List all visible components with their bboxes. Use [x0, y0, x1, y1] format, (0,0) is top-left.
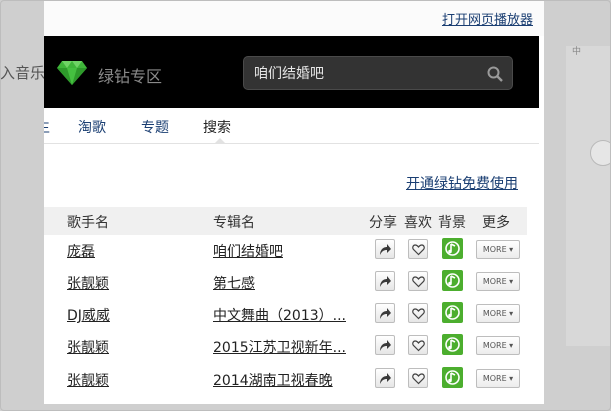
nav-item-partial[interactable]: 生 — [44, 117, 50, 137]
table-row: 张靓颖 2014湖南卫视春晚 MORE ▾ — [44, 364, 527, 396]
singer-link[interactable]: 庞磊 — [67, 241, 187, 261]
album-link[interactable]: 中文舞曲（2013）... — [213, 305, 361, 325]
header-album: 专辑名 — [213, 215, 255, 231]
album-link[interactable]: 咱们结婚吧 — [213, 241, 361, 261]
search-icon[interactable] — [486, 65, 504, 83]
backdrop-text: 入音乐 — [0, 64, 46, 82]
more-label: MORE — [482, 309, 507, 318]
dialog-nav: 生 淘歌 专题 搜索 — [44, 108, 539, 144]
set-background-button[interactable] — [442, 270, 463, 291]
table-row: 张靓颖 第七感 MORE ▾ — [44, 267, 527, 299]
dropdown-caret-icon: ▾ — [509, 374, 514, 383]
set-background-button[interactable] — [442, 302, 463, 323]
more-label: MORE — [482, 374, 507, 383]
backdrop-circle-button — [590, 140, 611, 166]
nav-item-taoge[interactable]: 淘歌 — [78, 117, 106, 137]
results-table-header: 歌手名 专辑名 分享 喜欢 背景 更多 — [44, 207, 527, 235]
share-button[interactable] — [375, 335, 395, 355]
set-background-button[interactable] — [442, 238, 463, 259]
header-background: 背景 — [438, 215, 466, 231]
share-button[interactable] — [375, 271, 395, 291]
dialog-topbar: 打开网页播放器 — [44, 0, 544, 36]
header-more: 更多 — [482, 215, 510, 231]
share-arrow-icon — [380, 373, 391, 384]
share-arrow-icon — [380, 276, 391, 287]
share-button[interactable] — [375, 368, 395, 388]
backdrop-side-text: 中 — [572, 47, 582, 57]
table-row: 庞磊 咱们结婚吧 MORE ▾ — [44, 235, 527, 267]
heart-icon — [412, 308, 425, 320]
search-input[interactable] — [254, 63, 474, 83]
dropdown-caret-icon: ▾ — [509, 341, 514, 350]
background-music-icon — [445, 305, 460, 320]
open-web-player-link[interactable]: 打开网页播放器 — [442, 9, 533, 28]
table-row: DJ威威 中文舞曲（2013）... MORE ▾ — [44, 299, 527, 331]
more-button[interactable]: MORE ▾ — [476, 369, 520, 388]
background-music-icon — [445, 337, 460, 352]
nav-item-search[interactable]: 搜索 — [203, 117, 231, 137]
free-green-diamond-link[interactable]: 开通绿钻免费使用 — [406, 173, 518, 193]
brand-title: 绿钻专区 — [98, 67, 163, 86]
background-music-icon — [445, 273, 460, 288]
table-row: 张靓颖 2015江苏卫视新年... MORE ▾ — [44, 331, 527, 363]
like-button[interactable] — [408, 335, 428, 355]
singer-link[interactable]: 张靓颖 — [67, 337, 187, 357]
active-tab-caret — [214, 138, 226, 144]
nav-item-topics[interactable]: 专题 — [141, 117, 169, 137]
background-music-icon — [445, 370, 460, 385]
set-background-button[interactable] — [442, 334, 463, 355]
album-link[interactable]: 2014湖南卫视春晚 — [213, 370, 361, 390]
more-label: MORE — [482, 245, 507, 254]
heart-icon — [412, 244, 425, 256]
album-link[interactable]: 2015江苏卫视新年... — [213, 337, 361, 357]
like-button[interactable] — [408, 271, 428, 291]
set-background-button[interactable] — [442, 367, 463, 388]
more-button[interactable]: MORE ▾ — [476, 240, 520, 259]
heart-icon — [412, 276, 425, 288]
music-search-dialog: 打开网页播放器 绿钻专区 生 淘歌 专题 搜索 开通绿钻免费使用 歌手名 专辑名… — [44, 0, 544, 404]
diamond-icon — [57, 61, 87, 85]
search-box — [243, 56, 513, 90]
dropdown-caret-icon: ▾ — [509, 277, 514, 286]
backdrop-sidebar — [566, 46, 611, 346]
more-label: MORE — [482, 277, 507, 286]
more-button[interactable]: MORE ▾ — [476, 272, 520, 291]
header-share: 分享 — [369, 215, 397, 231]
dropdown-caret-icon: ▾ — [509, 309, 514, 318]
background-music-icon — [445, 241, 460, 256]
dropdown-caret-icon: ▾ — [509, 245, 514, 254]
header-like: 喜欢 — [404, 215, 432, 231]
share-arrow-icon — [380, 340, 391, 351]
more-label: MORE — [482, 341, 507, 350]
share-button[interactable] — [375, 239, 395, 259]
header-singer: 歌手名 — [67, 215, 109, 231]
share-button[interactable] — [375, 303, 395, 323]
like-button[interactable] — [408, 368, 428, 388]
share-arrow-icon — [380, 244, 391, 255]
singer-link[interactable]: 张靓颖 — [67, 370, 187, 390]
singer-link[interactable]: 张靓颖 — [67, 273, 187, 293]
share-arrow-icon — [380, 308, 391, 319]
like-button[interactable] — [408, 239, 428, 259]
heart-icon — [412, 340, 425, 352]
more-button[interactable]: MORE ▾ — [476, 304, 520, 323]
like-button[interactable] — [408, 303, 428, 323]
singer-link[interactable]: DJ威威 — [67, 305, 187, 325]
heart-icon — [412, 373, 425, 385]
album-link[interactable]: 第七感 — [213, 273, 361, 293]
more-button[interactable]: MORE ▾ — [476, 336, 520, 355]
green-diamond-header: 绿钻专区 — [44, 36, 539, 108]
